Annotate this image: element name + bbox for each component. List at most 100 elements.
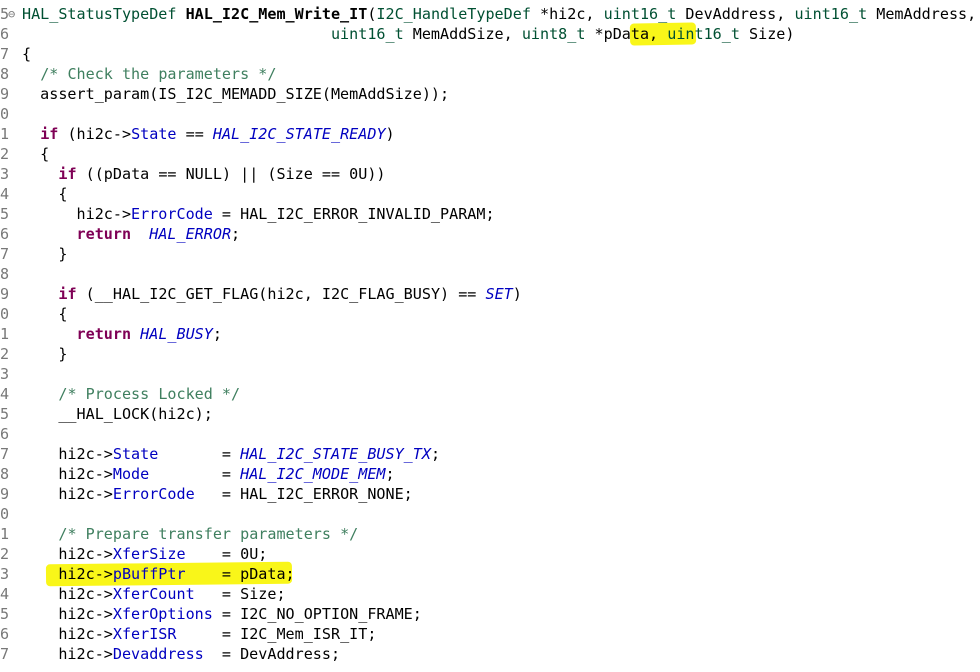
code-line[interactable]: 8: [0, 264, 980, 284]
code-line[interactable]: 3 if ((pData == NULL) || (Size == 0U)): [0, 164, 980, 184]
code-token: if: [58, 285, 77, 303]
code-token: = Size;: [194, 585, 286, 603]
code-token: hi2c->: [22, 205, 132, 223]
code-line[interactable]: 3 hi2c->pBuffPtr = pData;: [0, 564, 980, 584]
code-text: {: [22, 184, 67, 204]
code-text: __HAL_LOCK(hi2c);: [22, 404, 213, 424]
code-line[interactable]: 0 {: [0, 304, 980, 324]
code-token: uint16_t: [667, 25, 740, 43]
code-line[interactable]: 1 /* Prepare transfer parameters */: [0, 524, 980, 544]
code-token: hi2c->: [22, 545, 113, 563]
code-line[interactable]: 7 hi2c->Devaddress = DevAddress;: [0, 644, 980, 664]
code-text: uint16_t MemAddSize, uint8_t *pData, uin…: [22, 24, 795, 44]
line-number: 8: [0, 265, 10, 283]
line-number: 5: [0, 205, 10, 223]
code-text: HAL_StatusTypeDef HAL_I2C_Mem_Write_IT(I…: [22, 4, 976, 24]
code-token: {: [22, 145, 50, 163]
code-token: HAL_I2C_Mem_Write_IT: [185, 5, 368, 23]
code-token: State: [131, 125, 177, 143]
code-token: pBuffPtr: [112, 565, 186, 583]
code-token: hi2c->: [22, 465, 113, 483]
line-number: 2: [0, 545, 10, 563]
code-token: = I2C_NO_OPTION_FRAME;: [212, 605, 422, 623]
code-line[interactable]: 4 hi2c->XferCount = Size;: [0, 584, 980, 604]
code-line[interactable]: 0: [0, 104, 980, 124]
code-token: if: [58, 165, 77, 183]
code-line[interactable]: 6 uint16_t MemAddSize, uint8_t *pData, u…: [0, 24, 980, 44]
code-line[interactable]: 9 hi2c->ErrorCode = HAL_I2C_ERROR_NONE;: [0, 484, 980, 504]
line-number: 6: [0, 425, 10, 443]
code-token: HAL_BUSY: [140, 325, 213, 343]
line-number: 1: [0, 325, 10, 343]
code-token: ((pData == NULL) || (Size == 0U)): [76, 165, 386, 183]
code-text: return HAL_ERROR;: [22, 224, 241, 244]
line-number: 2: [0, 345, 10, 363]
code-token: {: [22, 305, 68, 323]
code-line[interactable]: 8 /* Check the parameters */: [0, 64, 980, 84]
line-number: 8: [0, 465, 10, 483]
code-text: {: [22, 44, 31, 64]
code-token: hi2c->: [22, 445, 113, 463]
code-token: ): [512, 285, 522, 303]
code-token: *pData,: [585, 25, 668, 43]
code-line[interactable]: 3: [0, 364, 980, 384]
code-text: return HAL_BUSY;: [22, 324, 222, 344]
code-token: uint8_t: [521, 25, 586, 43]
code-line[interactable]: 6 return HAL_ERROR;: [0, 224, 980, 244]
code-line[interactable]: 4 {: [0, 184, 980, 204]
code-text: hi2c->Mode = HAL_I2C_MODE_MEM;: [22, 464, 394, 484]
code-line[interactable]: 6 hi2c->XferISR = I2C_Mem_ISR_IT;: [0, 624, 980, 644]
code-line[interactable]: 5 ⊖ HAL_StatusTypeDef HAL_I2C_Mem_Write_IT…: [0, 4, 980, 24]
code-line[interactable]: 5 __HAL_LOCK(hi2c);: [0, 404, 980, 424]
line-number: 7: [0, 645, 10, 663]
code-text: {: [22, 304, 67, 324]
line-number: 3: [0, 365, 10, 383]
code-line[interactable]: 7{: [0, 44, 980, 64]
code-token: = DevAddress;: [203, 645, 341, 663]
code-token: return: [76, 225, 132, 243]
code-token: = HAL_I2C_ERROR_NONE;: [194, 485, 413, 503]
code-token: HAL_I2C_STATE_READY: [212, 125, 386, 143]
code-text: hi2c->XferSize = 0U;: [22, 544, 267, 564]
code-line[interactable]: 7 hi2c->State = HAL_I2C_STATE_BUSY_TX;: [0, 444, 980, 464]
code-line[interactable]: 5 hi2c->ErrorCode = HAL_I2C_ERROR_INVALI…: [0, 204, 980, 224]
code-line[interactable]: 2 hi2c->XferSize = 0U;: [0, 544, 980, 564]
code-text: {: [22, 144, 49, 164]
code-line[interactable]: 6: [0, 424, 980, 444]
code-text: if ((pData == NULL) || (Size == 0U)): [22, 164, 386, 184]
code-line[interactable]: 8 hi2c->Mode = HAL_I2C_MODE_MEM;: [0, 464, 980, 484]
code-line[interactable]: 1 return HAL_BUSY;: [0, 324, 980, 344]
line-number: 6: [0, 225, 10, 243]
line-number: 5: [0, 605, 10, 623]
code-token: XferSize: [112, 545, 186, 563]
code-line[interactable]: 4 /* Process Locked */: [0, 384, 980, 404]
code-token: XferOptions: [112, 605, 213, 623]
code-line[interactable]: 5 hi2c->XferOptions = I2C_NO_OPTION_FRAM…: [0, 604, 980, 624]
fold-collapse-icon[interactable]: ⊖: [8, 4, 20, 24]
code-line[interactable]: 0: [0, 504, 980, 524]
code-line[interactable]: 9 assert_param(IS_I2C_MEMADD_SIZE(MemAdd…: [0, 84, 980, 104]
code-token: HAL_I2C_STATE_BUSY_TX: [240, 445, 431, 463]
code-text: hi2c->ErrorCode = HAL_I2C_ERROR_NONE;: [22, 484, 413, 504]
line-number: 0: [0, 305, 10, 323]
line-number: 9: [0, 285, 10, 303]
code-line[interactable]: 2 {: [0, 144, 980, 164]
code-token: hi2c->: [22, 645, 113, 663]
code-editor[interactable]: 5 ⊖ HAL_StatusTypeDef HAL_I2C_Mem_Write_IT…: [0, 0, 980, 672]
code-token: /* Check the parameters */: [40, 65, 277, 83]
code-line[interactable]: 7 }: [0, 244, 980, 264]
line-number: 4: [0, 585, 10, 603]
code-token: ;: [212, 325, 222, 343]
code-text: hi2c->ErrorCode = HAL_I2C_ERROR_INVALID_…: [22, 204, 495, 224]
code-text: hi2c->State = HAL_I2C_STATE_BUSY_TX;: [22, 444, 440, 464]
code-line[interactable]: 2 }: [0, 344, 980, 364]
code-token: HAL_I2C_MODE_MEM: [240, 465, 386, 483]
code-token: {: [22, 185, 68, 203]
code-line[interactable]: 1 if (hi2c->State == HAL_I2C_STATE_READY…: [0, 124, 980, 144]
code-token: uint16_t: [330, 25, 404, 43]
line-number: 6: [0, 25, 10, 43]
code-line[interactable]: 9 if (__HAL_I2C_GET_FLAG(hi2c, I2C_FLAG_…: [0, 284, 980, 304]
